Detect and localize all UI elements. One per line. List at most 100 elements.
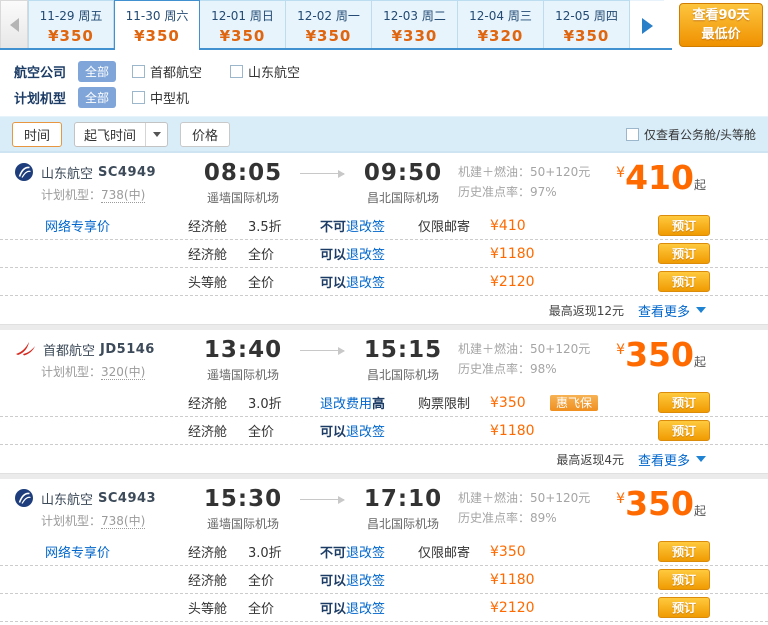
flight-footer: 最高返现12元 查看更多 — [0, 296, 768, 324]
business-first-only-label: 仅查看公务舱/头等舱 — [644, 126, 756, 143]
depart-time-dropdown-value: 起飞时间 — [75, 125, 145, 144]
tab-date: 12-03 周二 — [383, 7, 446, 24]
fare-policy-link[interactable]: 不可退改签 — [320, 216, 418, 235]
fare-channel-link[interactable]: 网络专享价 — [0, 542, 188, 561]
arrival-airport: 昌北国际机场 — [348, 515, 458, 532]
book-button[interactable]: 预订 — [658, 569, 710, 590]
fare-discount: 3.0折 — [248, 393, 320, 412]
checkbox-icon[interactable] — [230, 65, 243, 78]
flight-header: 首都航空 JD5146 计划机型：320(中) 13:40 遥墙国际机场 15:… — [0, 330, 768, 389]
price-value: 350 — [625, 335, 694, 374]
airline-option-label: 首都航空 — [150, 62, 202, 81]
aircraft-type-link[interactable]: 738(中) — [101, 514, 145, 529]
airline-all-button[interactable]: 全部 — [78, 61, 116, 82]
aircraft-type-link[interactable]: 738(中) — [101, 188, 145, 203]
airline-option-shandong[interactable]: 山东航空 — [230, 62, 300, 81]
aircraft-all-button[interactable]: 全部 — [78, 87, 116, 108]
lowest-price: ¥350起 — [616, 487, 768, 532]
fare-cabin: 经济舱 — [188, 542, 248, 561]
prev-dates-button[interactable] — [0, 0, 28, 50]
flight-meta: 机建＋燃油：50+120元 历史准点率：98% — [458, 338, 616, 383]
fare-price: ¥1180 — [490, 246, 550, 262]
cashback-text: 最高返现4元 — [556, 451, 624, 468]
date-tab-7[interactable]: 12-05 周四 ¥350 — [544, 0, 630, 50]
chevron-down-icon[interactable] — [696, 456, 706, 462]
book-button[interactable]: 预订 — [658, 420, 710, 441]
date-tab-5[interactable]: 12-03 周二 ¥330 — [372, 0, 458, 50]
book-button[interactable]: 预订 — [658, 271, 710, 292]
airline-name: 首都航空 — [43, 340, 95, 359]
chevron-down-icon[interactable] — [696, 307, 706, 313]
fare-policy-link[interactable]: 不可退改签 — [320, 542, 418, 561]
departure-info: 08:05 遥墙国际机场 — [190, 161, 296, 206]
date-tab-1[interactable]: 11-29 周五 ¥350 — [28, 0, 114, 50]
tab-price: ¥320 — [478, 27, 524, 45]
date-tab-2-active[interactable]: 11-30 周六 ¥350 — [114, 0, 200, 50]
fare-row: 头等舱 全价 可以退改签 ¥2120 预订 — [0, 268, 768, 296]
book-button[interactable]: 预订 — [658, 392, 710, 413]
airline-filter-label: 航空公司 — [14, 62, 78, 81]
checkbox-icon[interactable] — [132, 65, 145, 78]
view-more-link[interactable]: 查看更多 — [638, 450, 690, 469]
fare-policy-link[interactable]: 可以退改签 — [320, 598, 418, 617]
airline-info: 首都航空 JD5146 计划机型：320(中) — [0, 338, 190, 383]
checkbox-icon[interactable] — [626, 128, 639, 141]
fare-row: 经济舱 3.0折 退改费用高 购票限制 ¥350 惠飞保 预订 — [0, 389, 768, 417]
fare-policy-link[interactable]: 可以退改签 — [320, 421, 418, 440]
fare-price: ¥2120 — [490, 274, 550, 290]
aircraft-filter-row: 计划机型 全部 中型机 — [0, 84, 768, 110]
book-button[interactable]: 预订 — [658, 541, 710, 562]
book-button[interactable]: 预订 — [658, 597, 710, 618]
aircraft-filter-label: 计划机型 — [14, 88, 78, 107]
departure-airport: 遥墙国际机场 — [190, 189, 296, 206]
depart-time-dropdown[interactable]: 起飞时间 — [74, 122, 168, 147]
arrival-time: 17:10 — [348, 487, 458, 511]
sort-by-price-button[interactable]: 价格 — [180, 122, 230, 147]
flight-header: 山东航空 SC4943 计划机型：738(中) 15:30 遥墙国际机场 17:… — [0, 479, 768, 538]
tab-date: 12-02 周一 — [297, 7, 360, 24]
fare-channel-link[interactable]: 网络专享价 — [0, 216, 188, 235]
fare-restriction: 仅限邮寄 — [418, 216, 490, 235]
fare-badge-slot: 惠飞保 — [550, 394, 614, 411]
arrival-time: 15:15 — [348, 338, 458, 362]
date-tab-3[interactable]: 12-01 周日 ¥350 — [200, 0, 286, 50]
arrow-right-icon — [300, 499, 344, 500]
fare-discount: 全价 — [248, 598, 320, 617]
view-more-link[interactable]: 查看更多 — [638, 301, 690, 320]
punctuality-rate: 历史准点率：98% — [458, 359, 616, 379]
taxes-fees: 机建＋燃油：50+120元 — [458, 488, 616, 508]
price-suffix: 起 — [694, 355, 706, 369]
aircraft-option-medium[interactable]: 中型机 — [132, 88, 189, 107]
airline-filter-row: 航空公司 全部 首都航空 山东航空 — [0, 58, 768, 84]
fare-discount: 3.5折 — [248, 216, 320, 235]
punctuality-rate: 历史准点率：89% — [458, 508, 616, 528]
next-dates-button[interactable] — [630, 0, 664, 50]
sort-by-time-button[interactable]: 时间 — [12, 122, 62, 147]
currency-symbol: ¥ — [616, 491, 625, 507]
book-button[interactable]: 预订 — [658, 215, 710, 236]
price-value: 350 — [625, 484, 694, 523]
checkbox-icon[interactable] — [132, 91, 145, 104]
airline-option-label: 山东航空 — [248, 62, 300, 81]
fare-policy-link[interactable]: 可以退改签 — [320, 272, 418, 291]
fare-policy-link[interactable]: 可以退改签 — [320, 570, 418, 589]
aircraft-type-link[interactable]: 320(中) — [101, 365, 145, 380]
fare-price: ¥1180 — [490, 423, 550, 439]
fare-row: 网络专享价 经济舱 3.0折 不可退改签 仅限邮寄 ¥350 预订 — [0, 538, 768, 566]
arrival-info: 17:10 昌北国际机场 — [348, 487, 458, 532]
fare-policy-link[interactable]: 可以退改签 — [320, 244, 418, 263]
airline-option-capital[interactable]: 首都航空 — [132, 62, 202, 81]
business-first-only-filter[interactable]: 仅查看公务舱/头等舱 — [626, 126, 756, 143]
fare-policy-link[interactable]: 退改费用高 — [320, 393, 418, 412]
tab-date: 11-29 周五 — [40, 7, 103, 24]
departure-time: 08:05 — [190, 161, 296, 185]
book-button[interactable]: 预订 — [658, 243, 710, 264]
date-tab-4[interactable]: 12-02 周一 ¥350 — [286, 0, 372, 50]
date-tab-6[interactable]: 12-04 周三 ¥320 — [458, 0, 544, 50]
fare-discount: 全价 — [248, 421, 320, 440]
view-90day-lowest-price-button[interactable]: 查看90天 最低价 — [679, 3, 763, 47]
dropdown-caret-area[interactable] — [145, 123, 167, 146]
fare-row: 经济舱 全价 可以退改签 ¥1180 预订 — [0, 566, 768, 594]
airline-info: 山东航空 SC4949 计划机型：738(中) — [0, 161, 190, 206]
flight-number: SC4949 — [98, 165, 156, 180]
